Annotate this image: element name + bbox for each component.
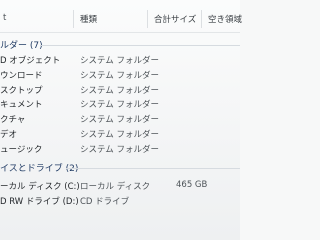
item-name: ーカル ディスク (C:) — [0, 182, 80, 192]
list-item-folder[interactable]: デオ システム フォルダー — [0, 127, 240, 141]
list-item-drive[interactable]: ーカル ディスク (C:) ローカル ディスク 465 GB — [0, 179, 240, 193]
item-total-size: 465 GB — [176, 180, 208, 190]
explorer-file-list: t 種類 合計サイズ 空き領域 ルダー (7) D オブジェクト システム フォ… — [0, 0, 242, 240]
list-item-folder[interactable]: キュメント システム フォルダー — [0, 97, 240, 111]
item-type: CD ドライブ — [80, 197, 130, 207]
list-item-folder[interactable]: スクトップ システム フォルダー — [0, 83, 240, 97]
list-item-drive[interactable]: D RW ドライブ (D:) CD ドライブ — [0, 194, 240, 208]
item-type: システム フォルダー — [80, 130, 159, 140]
column-header-type[interactable]: 種類 — [80, 13, 97, 25]
group-header-devices-drives[interactable]: イスとドライブ (2) — [0, 161, 240, 175]
item-type: システム フォルダー — [80, 56, 159, 66]
item-name: D RW ドライブ (D:) — [0, 197, 79, 207]
group-divider — [40, 45, 240, 46]
list-item-folder[interactable]: ウンロード システム フォルダー — [0, 68, 240, 82]
item-name: キュメント — [0, 100, 43, 110]
column-divider[interactable] — [201, 10, 202, 28]
column-divider[interactable] — [73, 10, 74, 28]
item-type: システム フォルダー — [80, 115, 159, 125]
item-type: システム フォルダー — [80, 71, 159, 81]
column-divider[interactable] — [147, 10, 148, 28]
item-name: ュージック — [0, 145, 43, 155]
list-item-folder[interactable]: クチャ システム フォルダー — [0, 112, 240, 126]
item-name: クチャ — [0, 115, 26, 125]
item-name: D オブジェクト — [0, 56, 61, 66]
group-header-folders[interactable]: ルダー (7) — [0, 38, 240, 52]
item-name: デオ — [0, 130, 18, 140]
item-name: スクトップ — [0, 86, 43, 96]
column-header-free-space[interactable]: 空き領域 — [208, 13, 242, 25]
item-type: システム フォルダー — [80, 145, 159, 155]
list-item-folder[interactable]: ュージック システム フォルダー — [0, 142, 240, 156]
column-header-total-size[interactable]: 合計サイズ — [154, 13, 196, 25]
group-label: ルダー (7) — [0, 41, 43, 51]
item-type: ローカル ディスク — [80, 182, 151, 192]
group-divider — [66, 168, 240, 169]
list-item-folder[interactable]: D オブジェクト システム フォルダー — [0, 53, 240, 67]
item-type: システム フォルダー — [80, 100, 159, 110]
item-type: システム フォルダー — [80, 86, 159, 96]
column-header-row: t 種類 合計サイズ 空き領域 — [0, 8, 242, 33]
column-header-name[interactable]: t — [3, 13, 6, 23]
item-name: ウンロード — [0, 71, 43, 81]
